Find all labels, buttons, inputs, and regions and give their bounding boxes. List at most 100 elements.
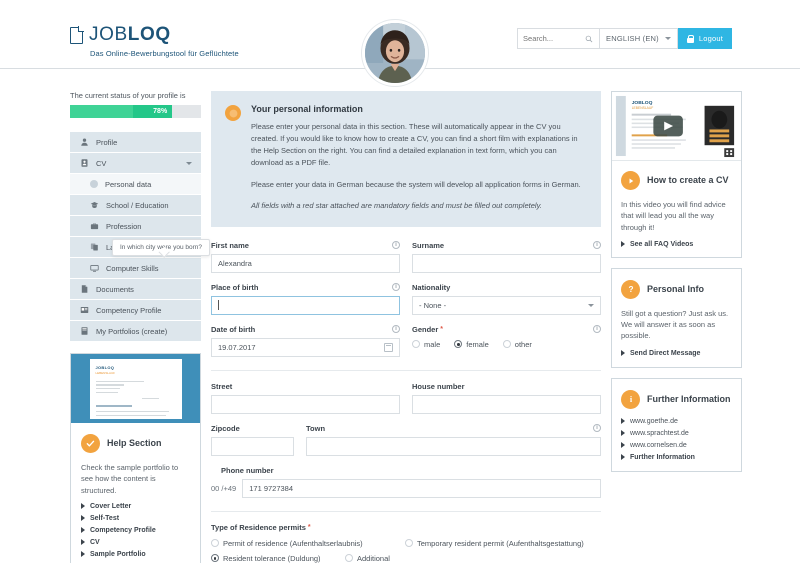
video-thumbnail[interactable]: JOBLOQ LEBENSLAUF — [612, 92, 741, 161]
sidebar-item-school-education[interactable]: School / Education — [70, 195, 201, 216]
info-icon[interactable]: i — [593, 325, 601, 334]
video-card: JOBLOQ LEBENSLAUF How to create a CV In … — [611, 91, 742, 258]
date-of-birth-value: 19.07.2017 — [218, 342, 256, 352]
help-link-self-test[interactable]: Self-Test — [81, 515, 190, 522]
logout-button[interactable]: Logout — [677, 28, 732, 49]
sidebar-item-profile[interactable]: Profile — [70, 132, 201, 153]
date-of-birth-input[interactable]: 19.07.2017 — [211, 337, 400, 357]
portfolio-icon — [81, 327, 88, 335]
street-input[interactable] — [211, 394, 400, 414]
sidebar-item-cv[interactable]: CV — [70, 153, 201, 174]
help-link-cover-letter[interactable]: Cover Letter — [81, 503, 190, 510]
chevron-right-icon — [621, 442, 625, 448]
gender-option-label: male — [424, 339, 441, 349]
further-link-cornelsen[interactable]: www.cornelsen.de — [621, 442, 732, 449]
info-icon[interactable]: i — [392, 325, 400, 334]
residence-option-permit[interactable]: Permit of residence (Aufenthaltserlaubni… — [211, 539, 396, 548]
personal-info-card: ? Personal Info Still got a question? Ju… — [611, 267, 742, 368]
help-link-sample-portfolio[interactable]: Sample Portfolio — [81, 551, 190, 558]
street-label: Street — [211, 381, 233, 391]
residence-option-label: Additional — [357, 553, 390, 563]
info-panel-paragraph: Please enter your personal data in this … — [251, 122, 578, 168]
field-residence-permits: Type of Residence permits * Permit of res… — [211, 523, 601, 563]
profile-status-label: The current status of your profile is — [70, 91, 186, 100]
chevron-down-icon — [664, 37, 671, 40]
sidebar-item-label: Personal data — [105, 179, 152, 189]
surname-input[interactable] — [412, 253, 601, 273]
residence-option-additional[interactable]: Additional — [345, 554, 390, 563]
help-link-cv[interactable]: CV — [81, 539, 190, 546]
phone-prefix: 00 /+49 — [211, 483, 237, 493]
residence-option-temporary[interactable]: Temporary resident permit (Aufenthaltsge… — [405, 539, 584, 548]
radio-button[interactable] — [412, 340, 420, 349]
sidebar-item-profession[interactable]: Profession — [70, 216, 201, 237]
info-icon[interactable]: i — [593, 241, 601, 250]
graduation-icon — [90, 202, 99, 208]
chevron-right-icon — [621, 430, 625, 436]
briefcase-icon — [90, 223, 99, 230]
logout-label: Logout — [698, 34, 723, 43]
send-direct-message-link[interactable]: Send Direct Message — [621, 350, 732, 357]
radio-button-selected[interactable] — [211, 554, 219, 563]
calendar-icon[interactable] — [384, 342, 393, 352]
residence-permits-label: Type of Residence permits — [211, 522, 306, 532]
brand-logo[interactable]: JOBLOQ Das Online-Bewerbungstool für Gef… — [70, 24, 239, 58]
help-link-label: CV — [90, 538, 100, 546]
avatar[interactable] — [362, 20, 428, 86]
further-link-more[interactable]: Further Information — [621, 454, 732, 461]
phone-number-input[interactable]: 171 9727384 — [242, 478, 601, 498]
further-link-label: Further Information — [630, 453, 695, 461]
residence-option-tolerance[interactable]: Resident tolerance (Duldung) — [211, 554, 336, 563]
further-link-goethe[interactable]: www.goethe.de — [621, 418, 732, 425]
field-place-of-birth: Place of birth i — [211, 283, 400, 315]
portfolio-thumbnail[interactable]: JOBLOQ LEBENSLAUF — [70, 353, 201, 423]
first-name-input[interactable]: Alexandra — [211, 253, 400, 273]
gender-option-female[interactable]: female — [454, 340, 489, 349]
gender-option-male[interactable]: male — [412, 340, 440, 349]
sidebar-item-personal-data[interactable]: Personal data — [70, 174, 201, 195]
radio-button-selected[interactable] — [454, 340, 463, 349]
field-surname: Surname i — [412, 241, 601, 273]
right-sidebar: JOBLOQ LEBENSLAUF How to create a CV In … — [611, 91, 742, 563]
search-input[interactable] — [523, 34, 586, 43]
language-selector[interactable]: ENGLISH (EN) — [599, 28, 678, 49]
thumbnail-line — [141, 398, 160, 400]
chevron-right-icon — [621, 454, 625, 460]
field-house-number: House number — [412, 382, 601, 414]
thumbnail-subtitle: LEBENSLAUF — [95, 370, 116, 375]
thumbnail-line — [95, 410, 170, 413]
search-box[interactable] — [517, 28, 600, 49]
further-link-label: www.sprachtest.de — [630, 429, 689, 437]
nationality-select[interactable]: - None - — [412, 295, 601, 315]
first-name-label: First name — [211, 240, 249, 250]
radio-button[interactable] — [345, 554, 353, 563]
town-input[interactable] — [306, 436, 601, 456]
info-icon[interactable]: i — [593, 424, 601, 433]
field-street: Street — [211, 382, 400, 414]
field-town: Town i — [306, 424, 601, 456]
gender-option-label: female — [466, 339, 489, 349]
chevron-right-icon — [81, 551, 85, 558]
house-number-input[interactable] — [412, 394, 601, 414]
sidebar-item-competency-profile[interactable]: Competency Profile — [70, 300, 201, 321]
see-all-faq-videos-link[interactable]: See all FAQ Videos — [621, 241, 732, 248]
see-all-faq-videos-label: See all FAQ Videos — [630, 240, 694, 248]
zipcode-input[interactable] — [211, 436, 294, 456]
field-date-of-birth: Date of birth i 19.07.2017 — [211, 325, 400, 357]
sidebar-item-documents[interactable]: Documents — [70, 279, 201, 300]
date-of-birth-label: Date of birth — [211, 324, 256, 334]
info-icon[interactable]: i — [392, 283, 400, 292]
radio-button[interactable] — [211, 539, 219, 548]
gender-option-other[interactable]: other — [502, 340, 532, 349]
further-link-sprachtest[interactable]: www.sprachtest.de — [621, 430, 732, 437]
chevron-right-icon — [81, 503, 85, 510]
sidebar-item-computer-skills[interactable]: Computer Skills — [70, 258, 201, 279]
radio-button[interactable] — [405, 539, 413, 548]
place-of-birth-input[interactable] — [211, 295, 400, 315]
cv-icon — [81, 159, 88, 167]
radio-button[interactable] — [502, 340, 511, 349]
info-icon[interactable]: i — [392, 241, 400, 250]
sidebar-item-my-portfolios[interactable]: My Portfolios (create) — [70, 321, 201, 342]
help-link-competency-profile[interactable]: Competency Profile — [81, 527, 190, 534]
chevron-right-icon — [81, 527, 85, 534]
